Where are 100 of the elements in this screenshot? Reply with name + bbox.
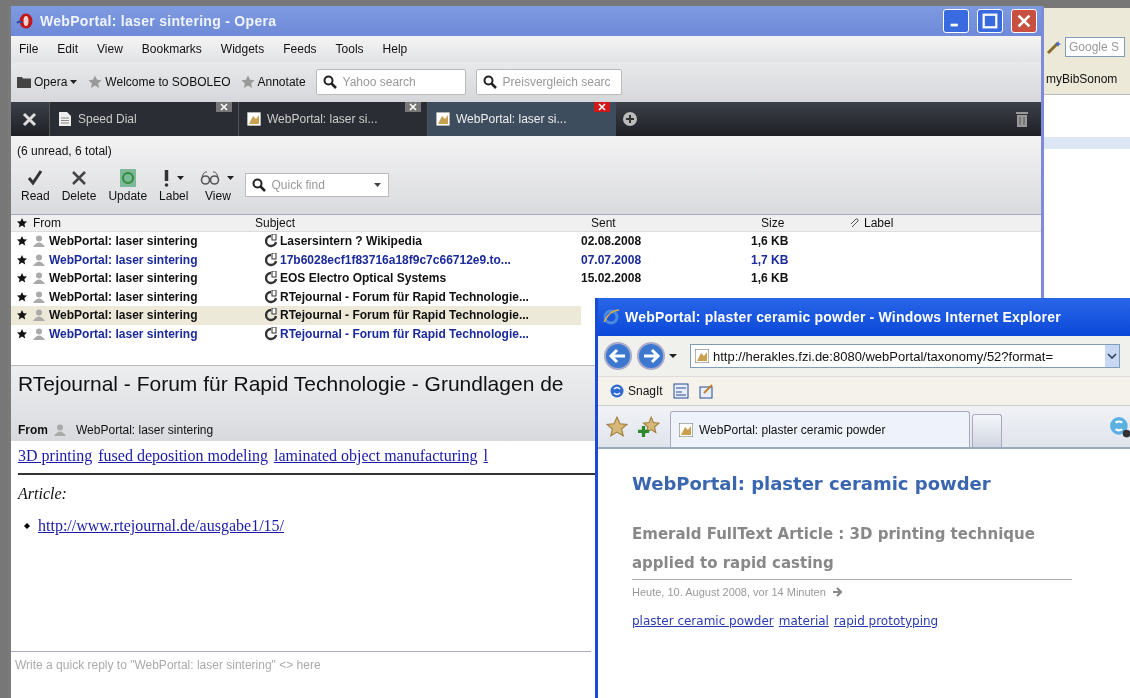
feed-icon: [265, 271, 277, 286]
star-icon[interactable]: [17, 291, 27, 302]
caret-icon[interactable]: [227, 175, 236, 181]
article-title[interactable]: Emerald FullText Article : 3D printing technique applied to rapid casting: [632, 520, 1072, 580]
tag-link[interactable]: rapid prototyping: [833, 614, 939, 628]
toolbar-button[interactable]: View: [196, 167, 240, 203]
subject-cell: 17b6028ecf1f83716a18f9c7c66712e9.to...: [280, 252, 511, 267]
menu-item[interactable]: View: [97, 42, 123, 56]
tools-icon[interactable]: [21, 110, 39, 128]
image-icon: [695, 349, 709, 363]
article-date: Heute, 10. August 2008, vor 14 Minuten: [632, 586, 826, 598]
search-icon: [322, 75, 337, 89]
image-icon: [247, 112, 261, 126]
toolbar-button[interactable]: Read: [17, 167, 54, 203]
person-icon: [33, 253, 45, 266]
tag-link[interactable]: material: [778, 614, 829, 628]
toolbar-button[interactable]: Label: [155, 167, 193, 203]
feed-icon: [265, 289, 277, 304]
column-header[interactable]: From: [33, 216, 255, 230]
menu-item[interactable]: Widgets: [220, 42, 265, 56]
search-field[interactable]: Google S: [1065, 37, 1125, 57]
toolbar-button[interactable]: Update: [104, 167, 152, 203]
star-icon[interactable]: [17, 254, 27, 265]
bookmark-item[interactable]: Annotate: [240, 75, 306, 89]
from-label: From: [18, 423, 48, 437]
menu-item[interactable]: Feeds: [283, 42, 317, 56]
sender-cell-text: WebPortal: laser sintering: [49, 234, 199, 249]
tag-link[interactable]: fused deposition modeling: [98, 447, 268, 465]
browser-tab[interactable]: WebPortal: laser si...: [238, 102, 427, 136]
message-row[interactable]: WebPortal: laser sintering Lasersintern ? Wikipedia 02.08.2008 1,6 KB: [11, 232, 839, 251]
date-cell-text: 07.07.2008: [581, 252, 643, 267]
browser-tab[interactable]: Speed Dial: [49, 102, 238, 136]
bookmark-item[interactable]: Welcome to SOBOLEO: [88, 75, 231, 89]
toolbar-button[interactable]: SnagIt: [610, 384, 663, 398]
forward-button[interactable]: [636, 341, 666, 371]
page-heading: WebPortal: plaster ceramic powder: [632, 473, 992, 494]
window-title: WebPortal: plaster ceramic powder - Windows Internet Explorer: [625, 309, 1061, 325]
unread-summary: (6 unread, 6 total): [17, 144, 113, 160]
toolbar-button[interactable]: Delete: [57, 167, 101, 203]
dropdown-button[interactable]: [1105, 345, 1119, 367]
browser-tab[interactable]: WebPortal: laser si...: [427, 102, 616, 136]
message-row[interactable]: WebPortal: laser sintering EOS Electro Optical Systems 15.02.2008 1,6 KB: [11, 269, 839, 288]
message-row[interactable]: WebPortal: laser sintering RTejournal - Forum für Rapid Technologie...: [11, 306, 581, 325]
column-header[interactable]: Subject: [255, 216, 591, 230]
message-row[interactable]: WebPortal: laser sintering RTejournal - Forum für Rapid Technologie...: [11, 287, 581, 306]
menu-item[interactable]: File: [19, 42, 39, 56]
paperclip-icon: [849, 217, 861, 229]
message-row[interactable]: WebPortal: laser sintering RTejournal - Forum für Rapid Technologie...: [11, 324, 581, 343]
add-tab-icon[interactable]: [622, 111, 638, 127]
column-header[interactable]: Size: [761, 216, 849, 230]
sender-cell-text: WebPortal: laser sintering: [49, 289, 199, 304]
browser-tab[interactable]: WebPortal: plaster ceramic powder: [670, 411, 970, 447]
star-icon[interactable]: [17, 236, 27, 247]
tag-link[interactable]: l: [483, 447, 488, 465]
star-icon[interactable]: [17, 310, 27, 321]
caret-icon[interactable]: [374, 182, 383, 188]
column-header[interactable]: Sent: [591, 216, 761, 230]
star-icon: [88, 75, 103, 89]
person-icon: [33, 290, 45, 303]
article-link[interactable]: http://www.rtejournal.de/ausgabe1/15/: [38, 517, 284, 535]
edit-icon[interactable]: [698, 383, 715, 399]
arrow-icon[interactable]: [831, 586, 844, 598]
refresh-icon: [117, 169, 138, 187]
message-subject: RTejournal - Forum für Rapid Technologie - Grundlagen de: [18, 372, 564, 396]
date-cell-text: 15.02.2008: [581, 271, 643, 286]
close-tab-icon[interactable]: [216, 102, 232, 112]
add-favorite-icon[interactable]: [638, 415, 660, 438]
menu-item[interactable]: Bookmarks: [141, 42, 202, 56]
menu-item[interactable]: Edit: [57, 42, 79, 56]
chevron-icon[interactable]: [1107, 353, 1117, 359]
bookmark-item[interactable]: Opera: [17, 75, 79, 89]
address-field[interactable]: http://herakles.fzi.de:8080/webPortal/taxonomy/52?format=: [690, 344, 1120, 368]
menu-item[interactable]: Help: [382, 42, 408, 56]
favorites-star-icon[interactable]: [606, 415, 628, 438]
column-header[interactable]: Label: [849, 216, 894, 230]
feed-icon: [265, 252, 277, 267]
caret-icon[interactable]: [70, 79, 79, 85]
history-caret-icon[interactable]: [669, 353, 677, 359]
menu-item[interactable]: Tools: [335, 42, 364, 56]
star-icon[interactable]: [17, 273, 27, 284]
back-button[interactable]: [603, 341, 633, 371]
wand-icon[interactable]: [1046, 39, 1062, 55]
size-cell-text: 1,7 KB: [751, 252, 790, 267]
window-title: WebPortal: laser sintering - Opera: [40, 13, 277, 29]
sender-name: WebPortal: laser sintering: [76, 423, 214, 437]
tag-link[interactable]: plaster ceramic powder: [632, 614, 774, 628]
exclamation-icon: [162, 169, 170, 187]
close-tab-icon[interactable]: [594, 102, 610, 112]
message-row[interactable]: WebPortal: laser sintering 17b6028ecf1f83716a18f9c7c66712e9.to... 07.07.2008 1,7 KB: [11, 250, 839, 269]
person-icon: [33, 327, 45, 340]
caret-icon[interactable]: [176, 175, 185, 181]
tag-link[interactable]: 3D printing: [18, 447, 93, 465]
sender-cell-text: WebPortal: laser sintering: [49, 308, 199, 323]
trash-icon[interactable]: [1015, 110, 1029, 128]
tag-link[interactable]: laminated object manufacturing: [274, 447, 478, 465]
close-tab-icon[interactable]: [405, 102, 421, 112]
image-icon: [436, 112, 450, 126]
person-icon: [33, 272, 45, 285]
star-icon[interactable]: [17, 328, 27, 339]
feed-icon: [265, 308, 277, 323]
